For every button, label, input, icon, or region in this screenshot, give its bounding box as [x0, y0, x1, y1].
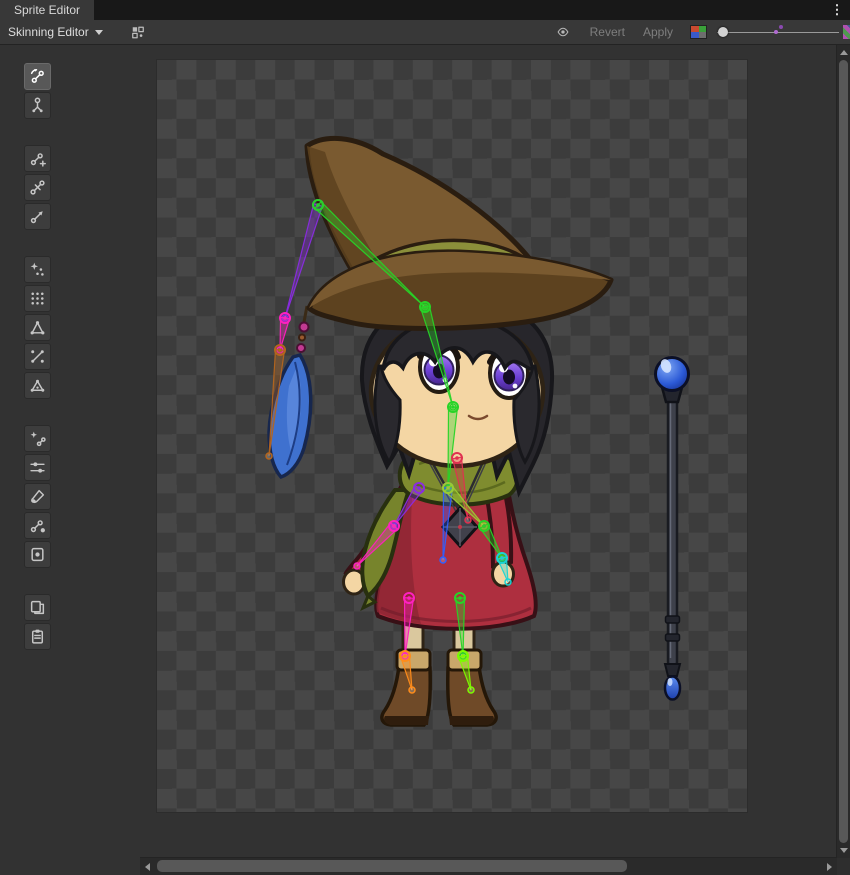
tool-weight-slider[interactable] [24, 454, 51, 481]
toolbar: Skinning Editor Revert Apply [0, 20, 850, 45]
create-bone-icon [29, 150, 46, 167]
character-sprite[interactable] [269, 138, 611, 725]
tool-create-bone[interactable] [24, 145, 51, 172]
auto-weights-icon [29, 430, 46, 447]
split-bone-icon [29, 179, 46, 196]
bone-influence-icon [29, 517, 46, 534]
vertical-scrollbar-thumb[interactable] [839, 60, 848, 843]
staff-orb [656, 358, 689, 391]
tool-create-vertex[interactable] [24, 285, 51, 312]
chevron-down-icon [95, 30, 103, 35]
zoom-slider-marker-2 [779, 25, 783, 29]
triangle-up-icon [840, 50, 848, 55]
auto-geometry-icon [29, 261, 46, 278]
zoom-slider-knob[interactable] [718, 27, 728, 37]
preview-pose-icon [29, 68, 46, 85]
swatch-alpha [699, 32, 707, 38]
window-menu-icon[interactable]: ⋮ [828, 0, 846, 20]
tab-title: Sprite Editor [14, 3, 80, 17]
triangle-left-icon [145, 863, 150, 871]
tool-sidebar [24, 63, 51, 650]
triangle-right-icon [827, 863, 832, 871]
tool-edit-joints[interactable] [24, 92, 51, 119]
tool-split-bone[interactable] [24, 174, 51, 201]
tool-bone-influence[interactable] [24, 512, 51, 539]
scroll-down-arrow[interactable] [837, 844, 850, 857]
staff-rod [668, 392, 677, 666]
tool-reparent-bone[interactable] [24, 203, 51, 230]
weight-slider-icon [29, 459, 46, 476]
tool-sprite-influence[interactable] [24, 541, 51, 568]
triangle-down-icon [840, 848, 848, 853]
staff-band-2 [666, 634, 680, 641]
tool-auto-weights[interactable] [24, 425, 51, 452]
tool-preview-pose[interactable] [24, 63, 51, 90]
editor-mode-dropdown[interactable]: Skinning Editor [0, 20, 111, 44]
tool-edit-geometry[interactable] [24, 372, 51, 399]
gem-highlight [668, 678, 673, 686]
tool-auto-geometry[interactable] [24, 256, 51, 283]
tool-create-edge[interactable] [24, 314, 51, 341]
paste-icon [29, 628, 46, 645]
color-channels-icon[interactable] [690, 25, 707, 39]
staff-band [666, 616, 680, 623]
split-edge-icon [29, 348, 46, 365]
scroll-up-arrow[interactable] [837, 46, 850, 59]
scrollbar-corner [837, 858, 850, 875]
staff-pommel [665, 664, 680, 676]
tool-weight-brush[interactable] [24, 483, 51, 510]
staff-sprite[interactable] [656, 358, 689, 700]
vertical-scrollbar[interactable] [836, 45, 850, 858]
eye-icon [557, 24, 569, 40]
tool-paste[interactable] [24, 623, 51, 650]
tab-sprite-editor[interactable]: Sprite Editor [0, 0, 94, 20]
create-edge-icon [29, 319, 46, 336]
tab-bar: Sprite Editor ⋮ [0, 0, 850, 20]
edit-geometry-icon [29, 377, 46, 394]
revert-button[interactable]: Revert [581, 20, 634, 44]
horizontal-scrollbar[interactable] [140, 857, 837, 875]
texture-preview-icon [843, 25, 850, 39]
sprite-frames-button[interactable] [125, 22, 151, 42]
zoom-slider-marker [774, 30, 778, 34]
weight-brush-icon [29, 488, 46, 505]
edit-joints-icon [29, 97, 46, 114]
sprite-influence-icon [29, 546, 46, 563]
tool-split-edge[interactable] [24, 343, 51, 370]
swatch-blue [691, 32, 699, 38]
tool-copy[interactable] [24, 594, 51, 621]
editor-mode-label: Skinning Editor [8, 25, 89, 39]
reparent-bone-icon [29, 208, 46, 225]
create-vertex-icon [29, 290, 46, 307]
sprite-canvas[interactable] [157, 60, 747, 812]
horizontal-scrollbar-thumb[interactable] [157, 860, 627, 872]
scroll-right-arrow[interactable] [823, 860, 836, 873]
zoom-slider[interactable] [717, 22, 839, 42]
scroll-left-arrow[interactable] [141, 860, 154, 873]
scene-svg [157, 60, 747, 812]
visibility-button[interactable] [551, 22, 575, 42]
grid-badge-icon [131, 24, 145, 41]
apply-button[interactable]: Apply [634, 20, 682, 44]
copy-icon [29, 599, 46, 616]
staff-gem [665, 677, 680, 700]
